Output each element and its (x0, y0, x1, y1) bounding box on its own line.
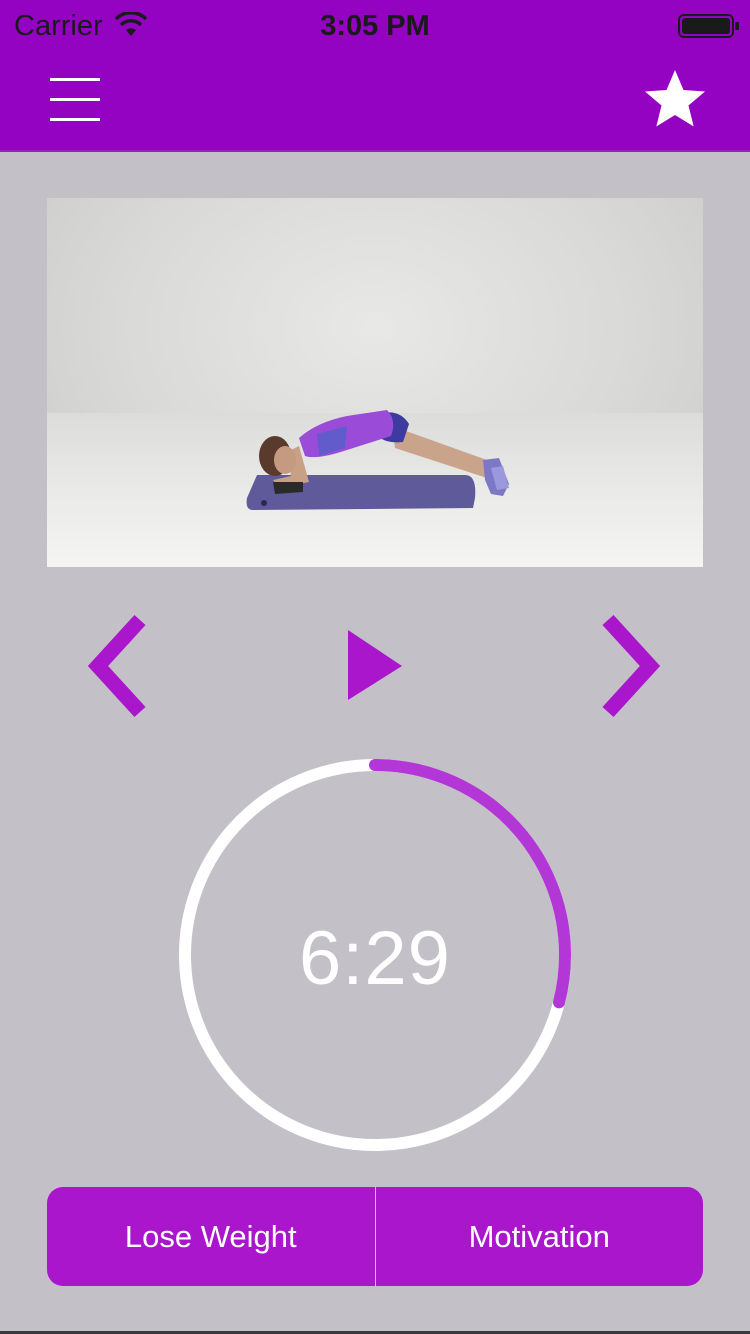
play-icon (348, 630, 402, 700)
hamburger-menu-button[interactable] (42, 72, 110, 128)
menu-line (50, 98, 100, 101)
play-button[interactable] (340, 628, 410, 704)
status-time: 3:05 PM (320, 10, 430, 42)
timer-display: 6:29 (299, 916, 451, 1001)
countdown-timer: 6:29 (175, 755, 575, 1155)
menu-line (50, 118, 100, 121)
bottom-button-bar: Lose Weight Motivation (47, 1187, 703, 1286)
app-screen: Carrier 3:05 PM 6:29 Lose Weight Motivat… (0, 0, 750, 1334)
previous-button[interactable] (80, 612, 156, 720)
exercise-video[interactable] (47, 198, 703, 567)
status-bar: Carrier 3:05 PM (0, 0, 750, 52)
menu-line (50, 78, 100, 81)
motivation-button[interactable]: Motivation (376, 1187, 704, 1286)
chevron-right-icon (602, 614, 661, 718)
lose-weight-button[interactable]: Lose Weight (47, 1187, 375, 1286)
header-bar: Carrier 3:05 PM (0, 0, 750, 152)
chevron-left-icon (87, 614, 146, 718)
next-button[interactable] (592, 612, 668, 720)
star-icon[interactable] (640, 64, 710, 134)
battery-icon (678, 14, 739, 38)
plank-figure-illustration (246, 410, 509, 510)
